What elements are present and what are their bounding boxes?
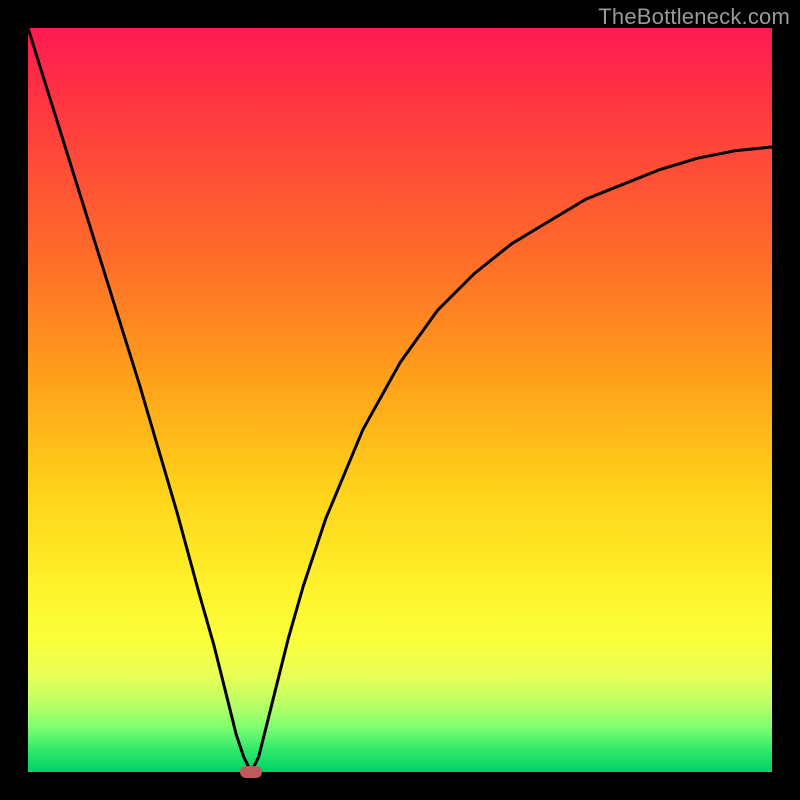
minimum-marker <box>240 766 262 778</box>
curve-svg <box>28 28 772 772</box>
chart-frame: TheBottleneck.com <box>0 0 800 800</box>
watermark-text: TheBottleneck.com <box>598 4 790 30</box>
plot-area <box>28 28 772 772</box>
bottleneck-curve-path <box>28 28 772 772</box>
